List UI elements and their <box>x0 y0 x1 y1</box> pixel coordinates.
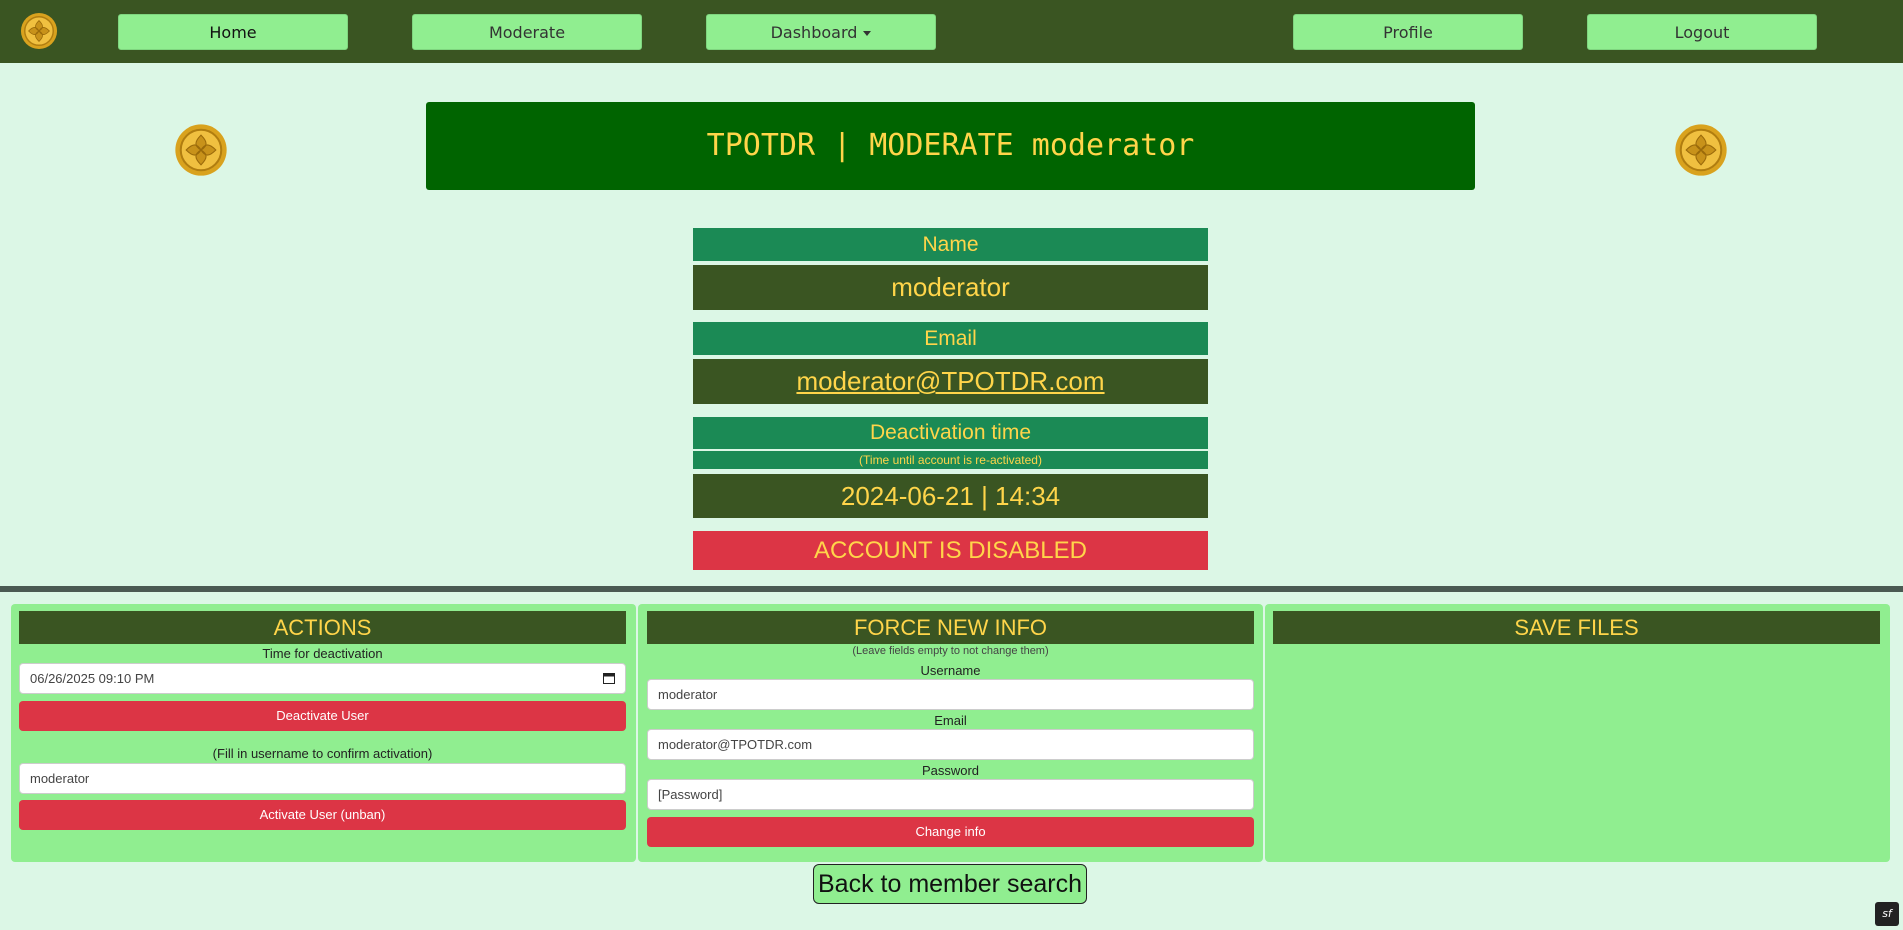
password-field[interactable]: [Password] <box>647 779 1254 810</box>
nav-home-button[interactable]: Home <box>118 14 348 50</box>
username-field[interactable]: moderator <box>647 679 1254 710</box>
account-status-badge: ACCOUNT IS DISABLED <box>693 531 1208 570</box>
nav-dashboard-dropdown[interactable]: Dashboard <box>706 14 936 50</box>
email-value: moderator@TPOTDR.com <box>693 359 1208 404</box>
name-label: Name <box>693 228 1208 261</box>
name-value: moderator <box>693 265 1208 310</box>
symfony-toolbar-icon[interactable]: sf <box>1875 902 1899 926</box>
force-info-hint: (Leave fields empty to not change them) <box>852 645 1049 657</box>
username-label: Username <box>920 663 981 678</box>
section-divider <box>0 586 1903 592</box>
confirm-activation-label: (Fill in username to confirm activation) <box>212 746 433 761</box>
gold-coin-right-icon <box>1675 124 1727 176</box>
nav-logout-button[interactable]: Logout <box>1587 14 1817 50</box>
back-to-member-search-button[interactable]: Back to member search <box>813 864 1087 904</box>
email-field[interactable]: moderator@TPOTDR.com <box>647 729 1254 760</box>
actions-title: ACTIONS <box>19 611 626 644</box>
nav-moderate-button[interactable]: Moderate <box>412 14 642 50</box>
force-info-title: FORCE NEW INFO <box>647 611 1254 644</box>
caret-down-icon <box>863 31 872 36</box>
deactivation-value: 2024-06-21 | 14:34 <box>693 474 1208 518</box>
page-title: TPOTDR | MODERATE moderator <box>426 102 1475 190</box>
calendar-icon[interactable] <box>603 672 615 684</box>
password-label: Password <box>921 763 980 778</box>
change-info-button[interactable]: Change info <box>647 817 1254 847</box>
nav-profile-button[interactable]: Profile <box>1293 14 1523 50</box>
deactivation-datetime-value: 06/26/2025 09:10 PM <box>30 671 155 686</box>
deactivation-sublabel: (Time until account is re-activated) <box>693 451 1208 469</box>
confirm-username-input[interactable]: moderator <box>19 763 626 794</box>
email-label: Email <box>693 322 1208 355</box>
actions-panel: ACTIONS Time for deactivation 06/26/2025… <box>11 604 636 862</box>
gold-coin-logo-icon[interactable] <box>20 12 58 50</box>
save-files-panel: SAVE FILES <box>1265 604 1890 862</box>
save-files-title: SAVE FILES <box>1273 611 1880 644</box>
gold-coin-left-icon <box>175 124 227 176</box>
email-link[interactable]: moderator@TPOTDR.com <box>796 366 1104 396</box>
email-field-label: Email <box>934 713 967 728</box>
dashboard-label: Dashboard <box>770 23 858 42</box>
activate-user-button[interactable]: Activate User (unban) <box>19 800 626 830</box>
deactivation-datetime-input[interactable]: 06/26/2025 09:10 PM <box>19 663 626 694</box>
top-navbar: Home Moderate Dashboard Profile Logout <box>0 0 1903 63</box>
deactivation-label: Deactivation time <box>693 417 1208 449</box>
deactivation-time-label: Time for deactivation <box>262 646 383 661</box>
force-info-panel: FORCE NEW INFO (Leave fields empty to no… <box>638 604 1263 862</box>
deactivate-user-button[interactable]: Deactivate User <box>19 701 626 731</box>
